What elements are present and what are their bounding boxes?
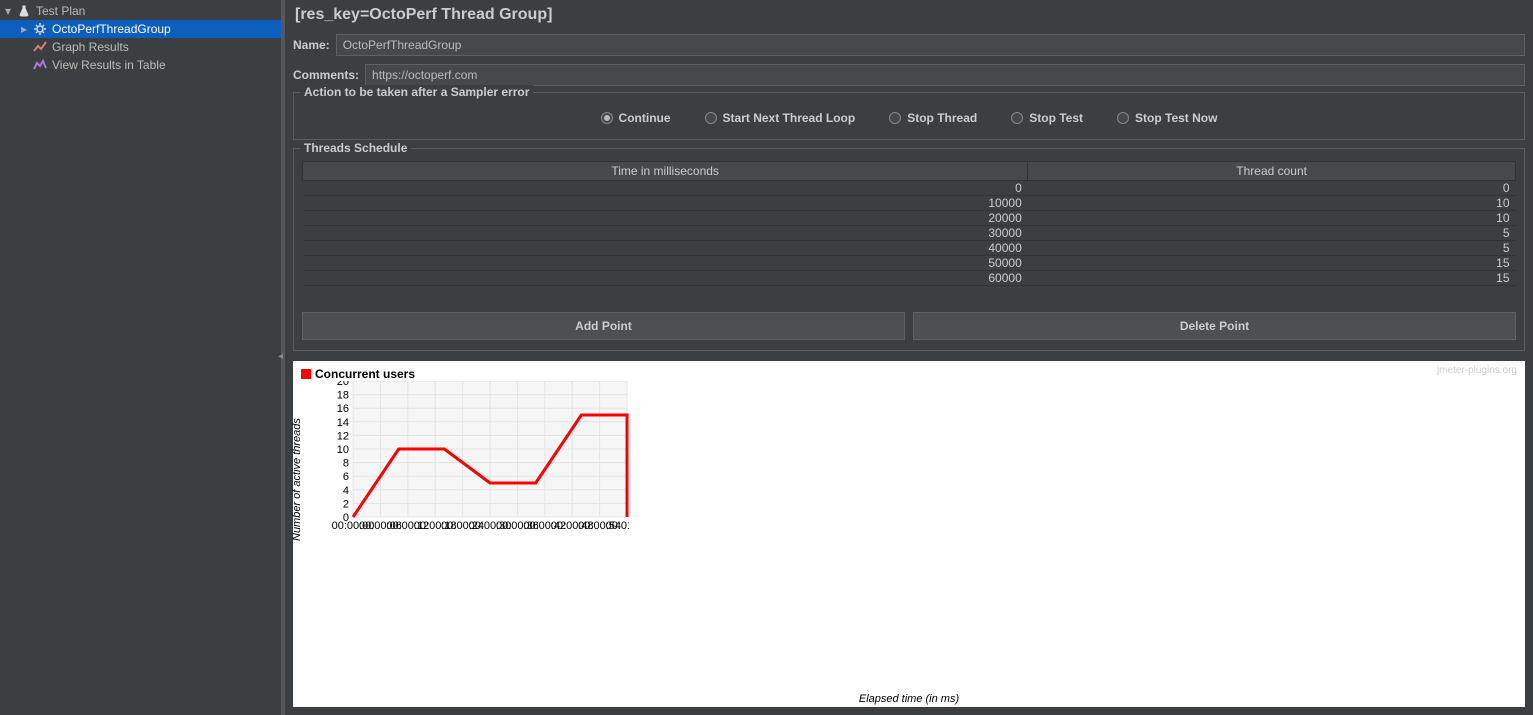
chart-y-label: Number of active threads: [291, 418, 303, 541]
page-title: [res_key=OctoPerf Thread Group]: [285, 0, 1533, 32]
radio-stop-test[interactable]: Stop Test: [1011, 111, 1083, 125]
svg-text:6: 6: [343, 471, 349, 483]
radio-label: Stop Test Now: [1135, 111, 1217, 125]
action-legend: Action to be taken after a Sampler error: [300, 85, 533, 99]
svg-text:16: 16: [337, 403, 349, 415]
chart-x-label: Elapsed time (in ms): [859, 693, 959, 705]
schedule-legend: Threads Schedule: [300, 141, 411, 155]
tree-item-view-results-in-table[interactable]: View Results in Table: [0, 56, 281, 74]
chevron-right-icon: [18, 59, 30, 71]
threads-schedule-group: Threads Schedule Time in milliseconds Th…: [293, 148, 1525, 351]
table-row[interactable]: 1000010: [303, 196, 1516, 211]
legend-label: Concurrent users: [315, 367, 415, 381]
gear-icon: [32, 21, 48, 37]
table-row[interactable]: 2000010: [303, 211, 1516, 226]
radio-stop-thread[interactable]: Stop Thread: [889, 111, 977, 125]
radio-continue[interactable]: Continue: [601, 111, 671, 125]
add-point-button[interactable]: Add Point: [302, 312, 905, 340]
svg-text:00:01:00: 00:01:00: [606, 520, 629, 531]
radio-icon: [889, 112, 901, 124]
graph-icon: [32, 39, 48, 55]
tree-item-label: View Results in Table: [52, 58, 166, 72]
radio-icon: [705, 112, 717, 124]
svg-text:20: 20: [337, 381, 349, 388]
schedule-col-time: Time in milliseconds: [303, 162, 1028, 181]
tree-item-label: Graph Results: [52, 40, 129, 54]
schedule-col-count: Thread count: [1028, 162, 1516, 181]
tree-root-label: Test Plan: [36, 4, 85, 18]
cell-time: 30000: [303, 226, 1028, 241]
chevron-right-icon: ▸: [18, 23, 30, 35]
chart-watermark: jmeter-plugins.org: [1437, 365, 1517, 376]
radio-icon: [1011, 112, 1023, 124]
radio-label: Start Next Thread Loop: [723, 111, 856, 125]
radio-label: Stop Thread: [907, 111, 977, 125]
legend-swatch-icon: [301, 369, 311, 379]
table-row[interactable]: 5000015: [303, 256, 1516, 271]
radio-start-next-thread-loop[interactable]: Start Next Thread Loop: [705, 111, 856, 125]
name-label: Name:: [293, 38, 336, 52]
cell-time: 20000: [303, 211, 1028, 226]
cell-count: 5: [1028, 241, 1516, 256]
chart-plot: 0246810121416182000:00:0000:00:0600:00:1…: [329, 381, 629, 531]
action-on-error-group: Action to be taken after a Sampler error…: [293, 92, 1525, 140]
cell-count: 10: [1028, 196, 1516, 211]
cell-time: 50000: [303, 256, 1028, 271]
radio-icon: [601, 112, 613, 124]
main-panel: [res_key=OctoPerf Thread Group] Name: Co…: [285, 0, 1533, 715]
cell-time: 0: [303, 181, 1028, 196]
cell-count: 10: [1028, 211, 1516, 226]
flask-icon: [16, 3, 32, 19]
table-row[interactable]: 400005: [303, 241, 1516, 256]
thread-chart: Concurrent users jmeter-plugins.org Numb…: [293, 361, 1525, 707]
cell-time: 60000: [303, 271, 1028, 286]
svg-text:12: 12: [337, 430, 349, 442]
comments-value[interactable]: https://octoperf.com: [365, 64, 1525, 86]
tree-item-label: OctoPerfThreadGroup: [52, 22, 171, 36]
splitter-grip-icon[interactable]: ◂: [278, 355, 285, 362]
cell-time: 40000: [303, 241, 1028, 256]
svg-text:18: 18: [337, 390, 349, 402]
chevron-down-icon: ▾: [2, 5, 14, 17]
radio-stop-test-now[interactable]: Stop Test Now: [1117, 111, 1217, 125]
tree-item-graph-results[interactable]: Graph Results: [0, 38, 281, 56]
table-icon: [32, 57, 48, 73]
chevron-right-icon: [18, 41, 30, 53]
delete-point-button[interactable]: Delete Point: [913, 312, 1516, 340]
svg-text:2: 2: [343, 498, 349, 510]
svg-text:8: 8: [343, 458, 349, 470]
table-row[interactable]: 6000015: [303, 271, 1516, 286]
svg-text:14: 14: [337, 417, 349, 429]
table-row[interactable]: 00: [303, 181, 1516, 196]
cell-count: 5: [1028, 226, 1516, 241]
cell-count: 15: [1028, 271, 1516, 286]
cell-time: 10000: [303, 196, 1028, 211]
svg-text:10: 10: [337, 444, 349, 456]
radio-label: Stop Test: [1029, 111, 1083, 125]
cell-count: 15: [1028, 256, 1516, 271]
cell-count: 0: [1028, 181, 1516, 196]
schedule-table[interactable]: Time in milliseconds Thread count 001000…: [302, 161, 1516, 286]
table-row[interactable]: 300005: [303, 226, 1516, 241]
radio-label: Continue: [619, 111, 671, 125]
tree-item-octoperfthreadgroup[interactable]: ▸ OctoPerfThreadGroup: [0, 20, 281, 38]
name-input[interactable]: [336, 34, 1525, 56]
chart-legend: Concurrent users: [301, 367, 415, 381]
navigation-tree: ▾ Test Plan ▸ OctoPerfThreadGroup Graph Re…: [0, 0, 285, 715]
comments-label: Comments:: [293, 68, 365, 82]
radio-icon: [1117, 112, 1129, 124]
tree-root-test-plan[interactable]: ▾ Test Plan: [0, 2, 281, 20]
svg-text:4: 4: [343, 485, 349, 497]
